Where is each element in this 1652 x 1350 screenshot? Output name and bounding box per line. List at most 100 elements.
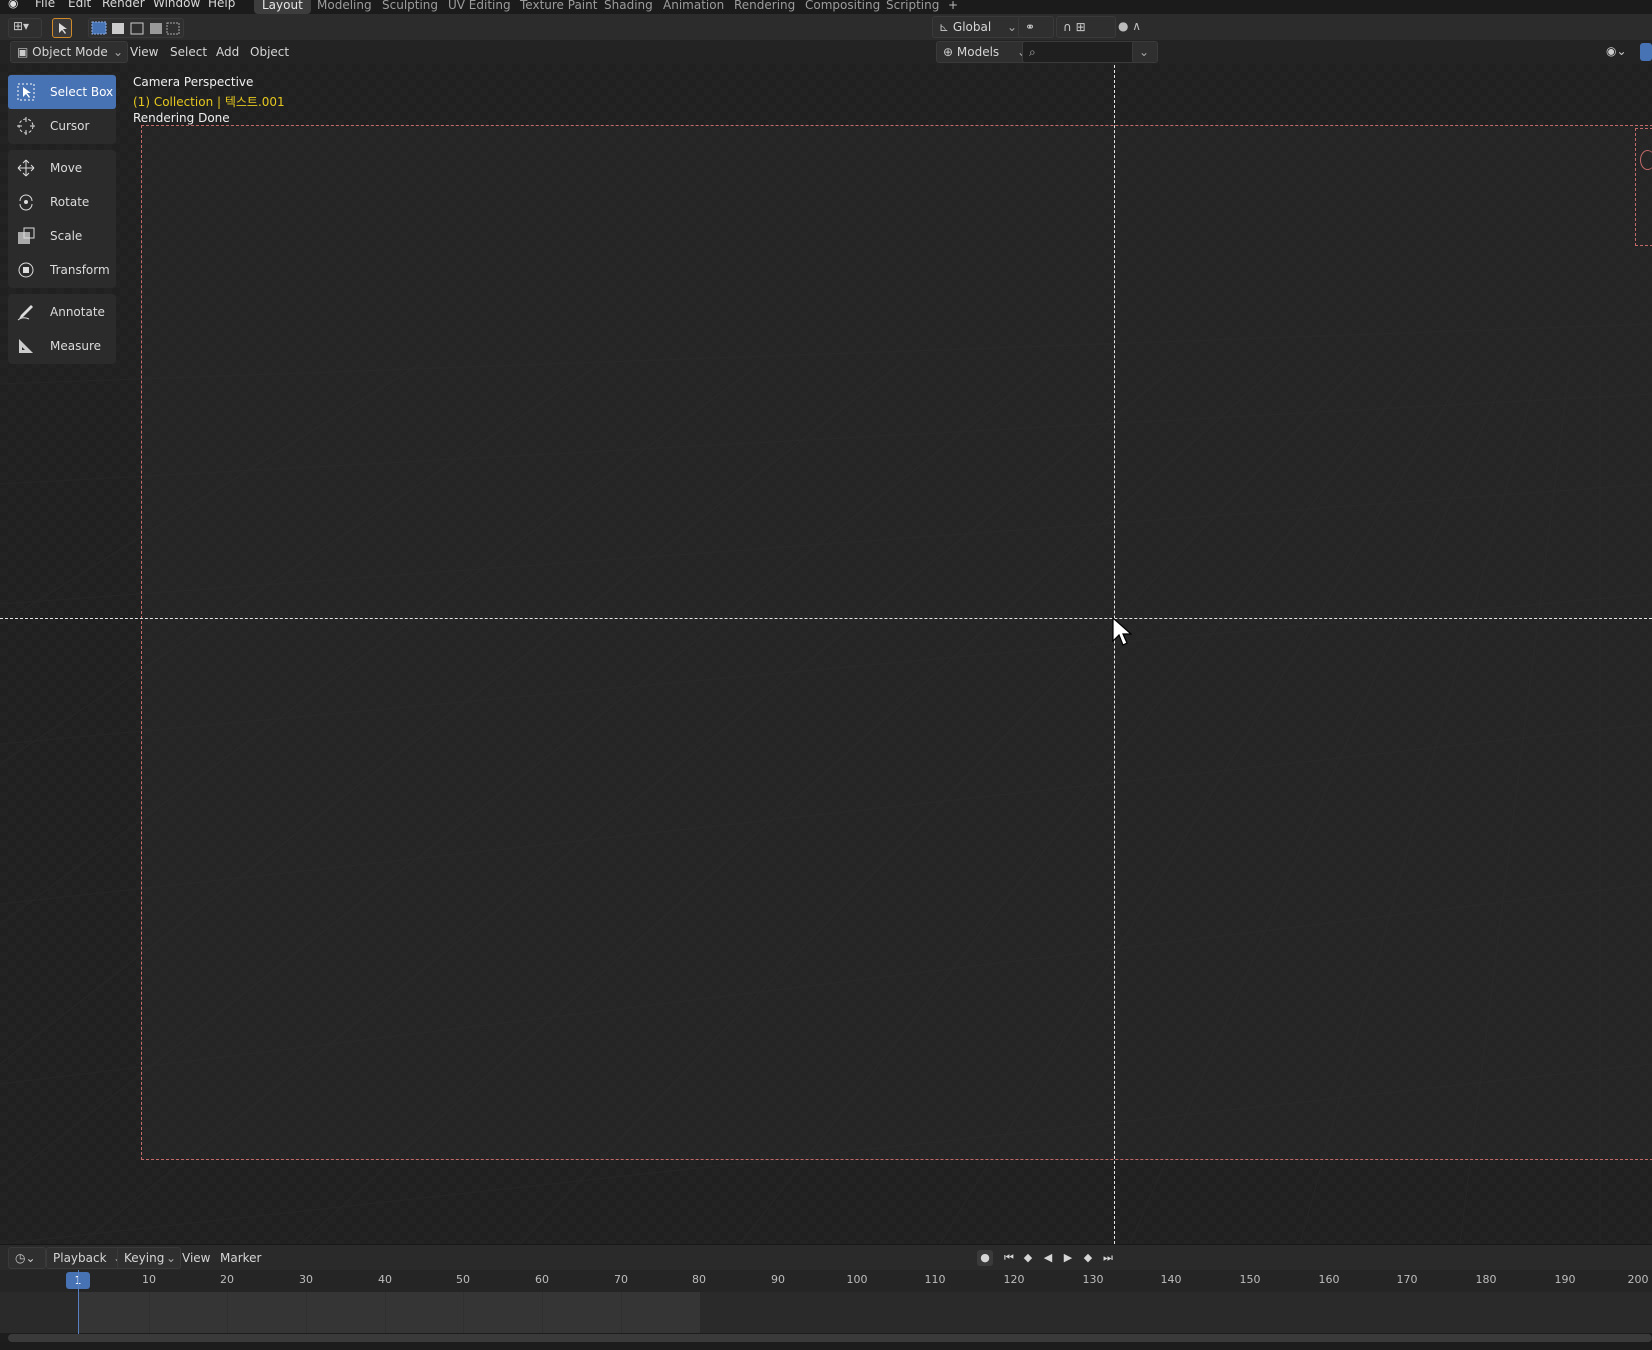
playback-dropdown[interactable]: Playback ⌄ — [46, 1247, 128, 1269]
timeline-scrollbar[interactable] — [8, 1334, 1652, 1342]
tool-scale[interactable]: Scale — [8, 219, 116, 253]
frame-tick: 40 — [378, 1273, 392, 1286]
keying-dropdown[interactable]: Keying ⌄ — [117, 1247, 181, 1269]
frame-tick: 130 — [1082, 1273, 1104, 1286]
frame-tick: 160 — [1318, 1273, 1340, 1286]
active-tool-icon[interactable] — [52, 18, 72, 38]
pivot-point-dropdown[interactable]: ⚭ — [1018, 16, 1054, 38]
chevron-down-icon: ⌄ — [165, 1251, 176, 1265]
selection-mode-icons — [91, 21, 180, 35]
frame-tick: 110 — [924, 1273, 946, 1286]
mouse-pointer-icon — [1112, 617, 1132, 646]
proportional-editing-dropdown[interactable]: ● ∧ — [1112, 16, 1170, 36]
menu-edit[interactable]: Edit — [68, 0, 91, 10]
view-name-label: Camera Perspective — [133, 75, 254, 89]
tab-animation[interactable]: Animation — [655, 0, 732, 14]
record-button[interactable]: ● — [977, 1250, 993, 1266]
tool-label: Annotate — [50, 305, 105, 319]
menu-help[interactable]: Help — [208, 0, 235, 10]
playback-label: Playback — [53, 1251, 107, 1265]
tool-select-box[interactable]: Select Box — [8, 75, 116, 109]
menu-view[interactable]: View — [124, 42, 164, 62]
light-object-icon[interactable] — [1640, 150, 1652, 170]
orientation-icon: ⊾ — [939, 20, 950, 34]
globe-icon: ⊕ — [943, 45, 954, 59]
annotate-pencil-icon — [17, 305, 33, 321]
tab-compositing[interactable]: Compositing — [797, 0, 888, 14]
next-keyframe-icon[interactable]: ◆ — [1080, 1250, 1096, 1266]
tool-move[interactable]: Move — [8, 151, 116, 185]
timeline-ruler[interactable]: 1 10 20 30 40 50 60 70 80 90 100 110 120… — [0, 1270, 1652, 1292]
tab-sculpting[interactable]: Sculpting — [374, 0, 446, 14]
collection-info-label: (1) Collection | 텍스트.001 — [133, 95, 285, 109]
tab-scripting[interactable]: Scripting — [878, 0, 947, 14]
play-icon[interactable]: ▶ — [1060, 1250, 1076, 1266]
tool-measure[interactable]: Measure — [8, 329, 116, 363]
collection-dropdown[interactable]: ⊕ Models ⌄ — [936, 41, 1032, 63]
add-workspace-button[interactable]: + — [940, 0, 966, 14]
gizmo-toggle-button[interactable] — [1640, 43, 1652, 61]
frame-tick: 30 — [299, 1273, 313, 1286]
prev-keyframe-icon[interactable]: ◆ — [1020, 1250, 1036, 1266]
mode-label: Object Mode — [32, 45, 108, 59]
jump-end-icon[interactable]: ⏭ — [1100, 1250, 1116, 1266]
tab-texture-paint[interactable]: Texture Paint — [512, 0, 605, 14]
menu-render[interactable]: Render — [102, 0, 145, 10]
tab-modeling[interactable]: Modeling — [309, 0, 380, 14]
timeline-editor-type-dropdown[interactable]: ◷⌄ — [8, 1247, 46, 1269]
tool-group-select: Select Box Cursor — [8, 74, 116, 144]
pivot-icon: ⚭ — [1025, 20, 1036, 34]
frame-tick: 150 — [1239, 1273, 1261, 1286]
cursor-icon — [17, 117, 35, 135]
jump-start-icon[interactable]: ⏮ — [1001, 1250, 1017, 1266]
play-reverse-icon[interactable]: ◀ — [1040, 1250, 1056, 1266]
tool-group-annotate: Annotate Measure — [8, 294, 116, 364]
tool-rotate[interactable]: Rotate — [8, 185, 116, 219]
menu-object[interactable]: Object — [244, 42, 295, 62]
search-icon: ⌕ — [1029, 45, 1036, 59]
tab-uv-editing[interactable]: UV Editing — [440, 0, 519, 14]
frame-gridline — [463, 1292, 464, 1333]
chevron-down-icon: ⌄ — [1006, 20, 1017, 34]
cursor-crosshair-horizontal — [0, 618, 1652, 619]
editor-type-dropdown[interactable]: ⊞▾ — [8, 18, 42, 38]
menu-select[interactable]: Select — [164, 42, 213, 62]
tool-annotate[interactable]: Annotate — [8, 295, 116, 329]
top-menu-bar: ◉ File Edit Render Window Help Layout Mo… — [0, 0, 1652, 14]
snap-magnet-icon: ∩ ⊞ — [1063, 20, 1086, 34]
mode-dropdown[interactable]: ▣ Object Mode ⌄ — [10, 41, 128, 63]
collection-dropdown-label: Models — [956, 45, 1000, 59]
frame-tick: 60 — [535, 1273, 549, 1286]
tool-label: Scale — [50, 229, 83, 243]
select-box-icon — [17, 83, 35, 101]
visibility-dropdown[interactable]: ◉⌄ — [1600, 41, 1640, 61]
transform-orientation-dropdown[interactable]: ⊾ Global ⌄ — [932, 16, 1022, 38]
snapping-dropdown[interactable]: ∩ ⊞ — [1056, 16, 1116, 38]
tab-layout[interactable]: Layout — [254, 0, 311, 14]
status-bar — [0, 1342, 1652, 1350]
tool-cursor[interactable]: Cursor — [8, 109, 116, 143]
frame-tick: 100 — [846, 1273, 868, 1286]
menu-window[interactable]: Window — [153, 0, 200, 10]
tab-rendering[interactable]: Rendering — [726, 0, 803, 14]
search-filter-button[interactable]: ⌄ — [1132, 41, 1158, 63]
frame-tick: 180 — [1475, 1273, 1497, 1286]
frame-gridline — [385, 1292, 386, 1333]
menu-file[interactable]: File — [35, 0, 55, 10]
frame-tick: 200 — [1627, 1273, 1649, 1286]
chevron-down-icon: ⌄ — [1139, 45, 1150, 59]
timeline-menu-view[interactable]: View — [176, 1248, 216, 1268]
selection-mode-buttons[interactable] — [88, 18, 184, 38]
tool-transform[interactable]: Transform — [8, 253, 116, 287]
menu-add[interactable]: Add — [210, 42, 245, 62]
blender-icon[interactable]: ◉ — [8, 0, 18, 10]
frame-tick: 190 — [1554, 1273, 1576, 1286]
eye-icon: ◉⌄ — [1606, 44, 1627, 58]
timeline-menu-marker[interactable]: Marker — [214, 1248, 267, 1268]
frame-tick: 80 — [692, 1273, 706, 1286]
tool-shelf: Select Box Cursor Move Rotate Scale Tran… — [8, 74, 116, 370]
scale-icon — [18, 227, 35, 244]
frame-tick: 170 — [1396, 1273, 1418, 1286]
frame-gridline — [306, 1292, 307, 1333]
tab-shading[interactable]: Shading — [596, 0, 661, 14]
